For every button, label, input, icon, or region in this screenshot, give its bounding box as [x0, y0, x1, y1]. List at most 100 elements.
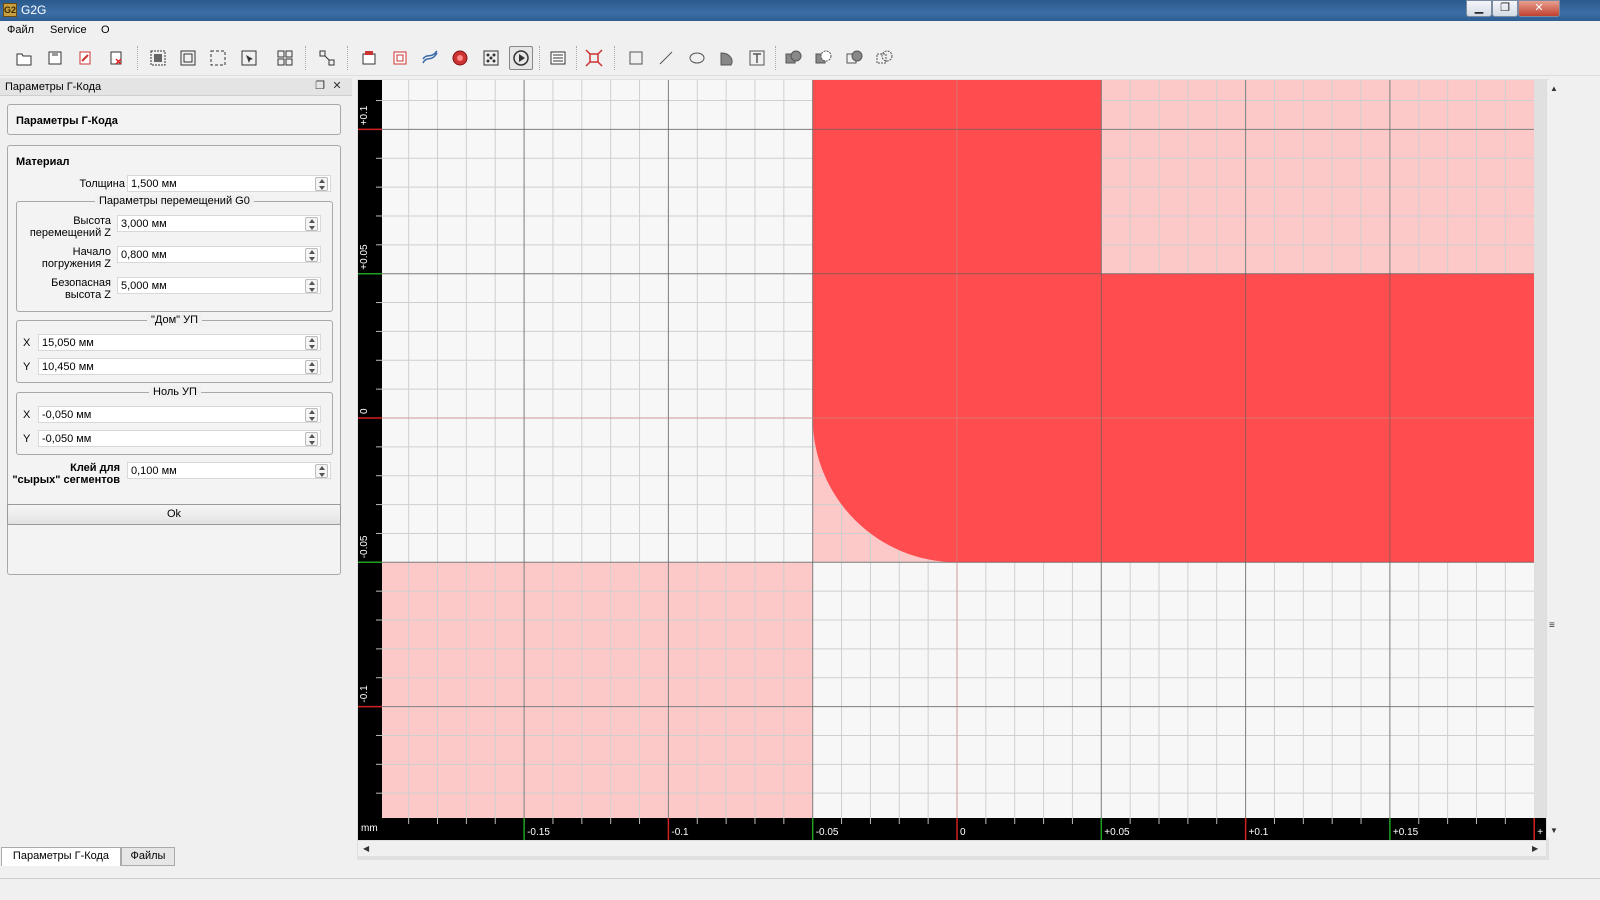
home-title: "Дом" УП — [147, 314, 203, 326]
horizontal-scrollbar[interactable]: ◀ ▶ — [358, 840, 1546, 856]
tab-gcode-params[interactable]: Параметры Г-Кода — [1, 847, 121, 866]
vertical-scrollbar[interactable]: ▲ ≡ ▼ — [1546, 80, 1560, 838]
thickness-spinner[interactable] — [315, 177, 328, 191]
home-x-spinner[interactable] — [305, 336, 318, 350]
select-all-icon[interactable] — [146, 46, 170, 70]
y-tick-label: -0.05 — [359, 535, 370, 558]
y-tick-label: +0.1 — [359, 105, 370, 125]
safe-height-spinner[interactable] — [305, 279, 318, 293]
layers-icon[interactable] — [357, 46, 381, 70]
x-tick-label: 0 — [960, 827, 966, 838]
vertical-ruler: +0.1 +0.05 0 -0.05 -0.1 — [358, 80, 382, 818]
home-group: "Дом" УП X 15,050 мм Y 10,450 мм — [16, 314, 333, 383]
dock-header: Параметры Г-Кода ❐ ✕ — [0, 78, 352, 96]
menu-file[interactable]: Файл — [7, 24, 34, 36]
ellipse-icon[interactable] — [685, 46, 709, 70]
travel-height-input[interactable]: 3,000 мм — [117, 215, 321, 232]
home-y-input[interactable]: 10,450 мм — [38, 358, 321, 375]
close-window-button[interactable]: ✕ — [1518, 0, 1560, 17]
line-icon[interactable] — [654, 46, 678, 70]
glue-spinner[interactable] — [315, 464, 328, 478]
arc-shape-icon[interactable] — [715, 46, 739, 70]
zero-group: Ноль УП X -0,050 мм Y -0,050 мм — [16, 386, 333, 455]
menu-bar: Файл Service О — [0, 21, 1600, 40]
toolbar — [0, 40, 1600, 76]
fit-view-icon[interactable] — [582, 46, 606, 70]
menu-service[interactable]: Service — [50, 24, 87, 36]
plunge-start-label: Начало погружения Z — [41, 246, 111, 270]
maximize-button[interactable]: ❐ — [1492, 0, 1518, 17]
g0-title: Параметры перемещений G0 — [95, 195, 254, 207]
header-group-title: Параметры Г-Кода — [16, 115, 118, 127]
material-title: Материал — [16, 156, 70, 168]
light-region-bottom-left — [382, 562, 813, 818]
y-tick-label: +0.05 — [359, 244, 370, 270]
drawing-canvas[interactable] — [382, 80, 1534, 818]
tool-path-icon[interactable] — [418, 46, 442, 70]
app-logo-icon: G2 — [3, 3, 17, 17]
safe-height-input[interactable]: 5,000 мм — [117, 277, 321, 294]
scroll-down-icon[interactable]: ▼ — [1550, 826, 1558, 835]
select-arrow-icon[interactable] — [237, 46, 261, 70]
x-tick-label: +0.05 — [1104, 827, 1130, 838]
thickness-input[interactable]: 1,500 мм — [127, 175, 331, 192]
points-icon[interactable] — [479, 46, 503, 70]
dock-close-icon[interactable]: ✕ — [330, 79, 344, 93]
zero-x-spinner[interactable] — [305, 408, 318, 422]
scroll-right-icon[interactable]: ▶ — [1532, 844, 1538, 853]
select-frame-icon[interactable] — [176, 46, 200, 70]
scroll-left-icon[interactable]: ◀ — [363, 844, 369, 853]
home-x-input[interactable]: 15,050 мм — [38, 334, 321, 351]
x-tick-label: +0.15 — [1393, 827, 1419, 838]
plunge-start-input[interactable]: 0,800 мм — [117, 246, 321, 263]
zero-x-label: X — [23, 409, 31, 421]
x-tick-label: -0.05 — [816, 827, 839, 838]
plunge-start-spinner[interactable] — [305, 248, 318, 262]
home-y-spinner[interactable] — [305, 360, 318, 374]
safe-height-label: Безопасная высота Z — [51, 277, 111, 301]
g0-group: Параметры перемещений G0 Высота перемещен… — [16, 195, 333, 312]
rectangle-icon[interactable] — [624, 46, 648, 70]
union-icon[interactable] — [781, 46, 805, 70]
travel-height-spinner[interactable] — [305, 217, 318, 231]
glue-input[interactable]: 0,100 мм — [127, 462, 331, 479]
subtract-icon[interactable] — [811, 46, 835, 70]
x-tick-label: -0.1 — [671, 827, 689, 838]
home-x-label: X — [23, 337, 31, 349]
group-icon[interactable] — [273, 46, 297, 70]
dock-title: Параметры Г-Кода — [5, 81, 102, 93]
path-icon[interactable] — [388, 46, 412, 70]
circle-target-icon[interactable] — [448, 46, 472, 70]
menu-about[interactable]: О — [101, 24, 110, 36]
header-group: Параметры Г-Кода — [7, 104, 341, 135]
unit-label: mm — [361, 823, 378, 834]
home-y-label: Y — [23, 361, 31, 373]
scroll-thumb-grip-icon[interactable]: ≡ — [1549, 620, 1555, 631]
x-tick-label: -0.15 — [527, 827, 550, 838]
x-tick-label: +0.1 — [1249, 827, 1269, 838]
zero-x-input[interactable]: -0,050 мм — [38, 406, 321, 423]
glue-label: Клей для "сырых" сегментов — [12, 462, 120, 486]
ungroup-icon[interactable] — [315, 46, 339, 70]
minimize-button[interactable]: ▁ — [1466, 0, 1492, 17]
y-tick-label: -0.1 — [359, 685, 370, 703]
intersect-icon[interactable] — [842, 46, 866, 70]
gcode-params-icon[interactable] — [509, 46, 533, 70]
ok-button[interactable]: Ok — [7, 504, 341, 525]
gcode-params-dock: Параметры Г-Кода ❐ ✕ Параметры Г-Кода Ма… — [0, 78, 352, 858]
open-icon[interactable] — [12, 46, 36, 70]
export-icon[interactable] — [73, 46, 97, 70]
horizontal-ruler: -0.15 -0.1 -0.05 0 +0.05 +0.1 +0.15 + — [358, 818, 1546, 840]
select-dashed-icon[interactable] — [206, 46, 230, 70]
save-icon[interactable] — [43, 46, 67, 70]
zero-y-input[interactable]: -0,050 мм — [38, 430, 321, 447]
properties-icon[interactable] — [546, 46, 570, 70]
tab-files[interactable]: Файлы — [121, 847, 175, 866]
delete-icon[interactable] — [104, 46, 128, 70]
zero-y-spinner[interactable] — [305, 432, 318, 446]
exclude-icon[interactable] — [872, 46, 896, 70]
scroll-up-icon[interactable]: ▲ — [1550, 84, 1558, 93]
status-bar — [0, 878, 1600, 900]
text-icon[interactable] — [745, 46, 769, 70]
dock-float-icon[interactable]: ❐ — [313, 79, 327, 93]
